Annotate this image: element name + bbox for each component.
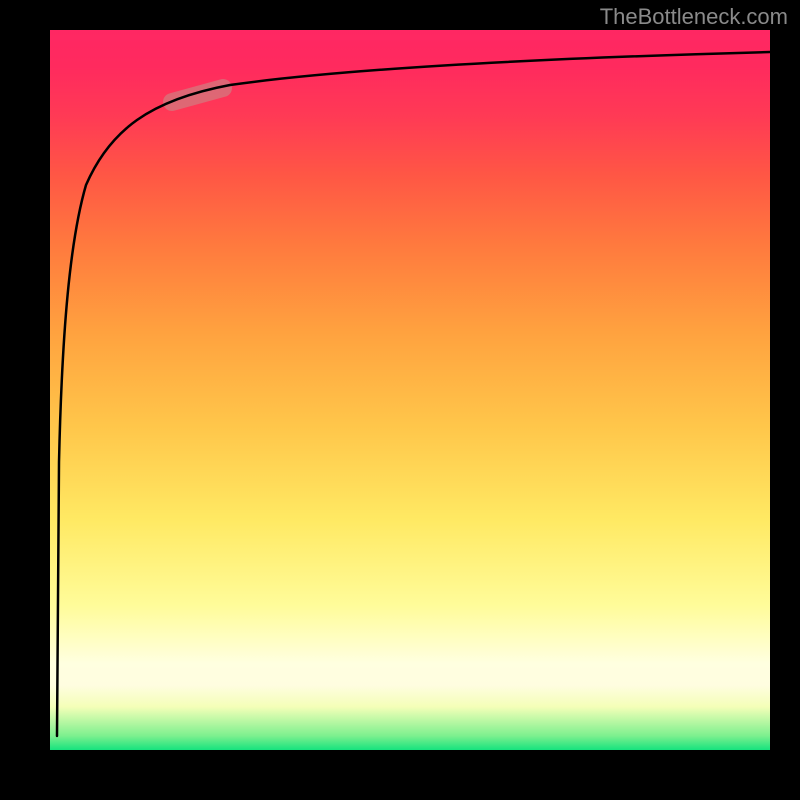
chart-container: TheBottleneck.com (0, 0, 800, 800)
highlight-segment (172, 88, 223, 102)
curve-line (57, 52, 770, 736)
watermark-text: TheBottleneck.com (600, 4, 788, 30)
curve-svg (50, 30, 770, 750)
plot-area (50, 30, 770, 750)
